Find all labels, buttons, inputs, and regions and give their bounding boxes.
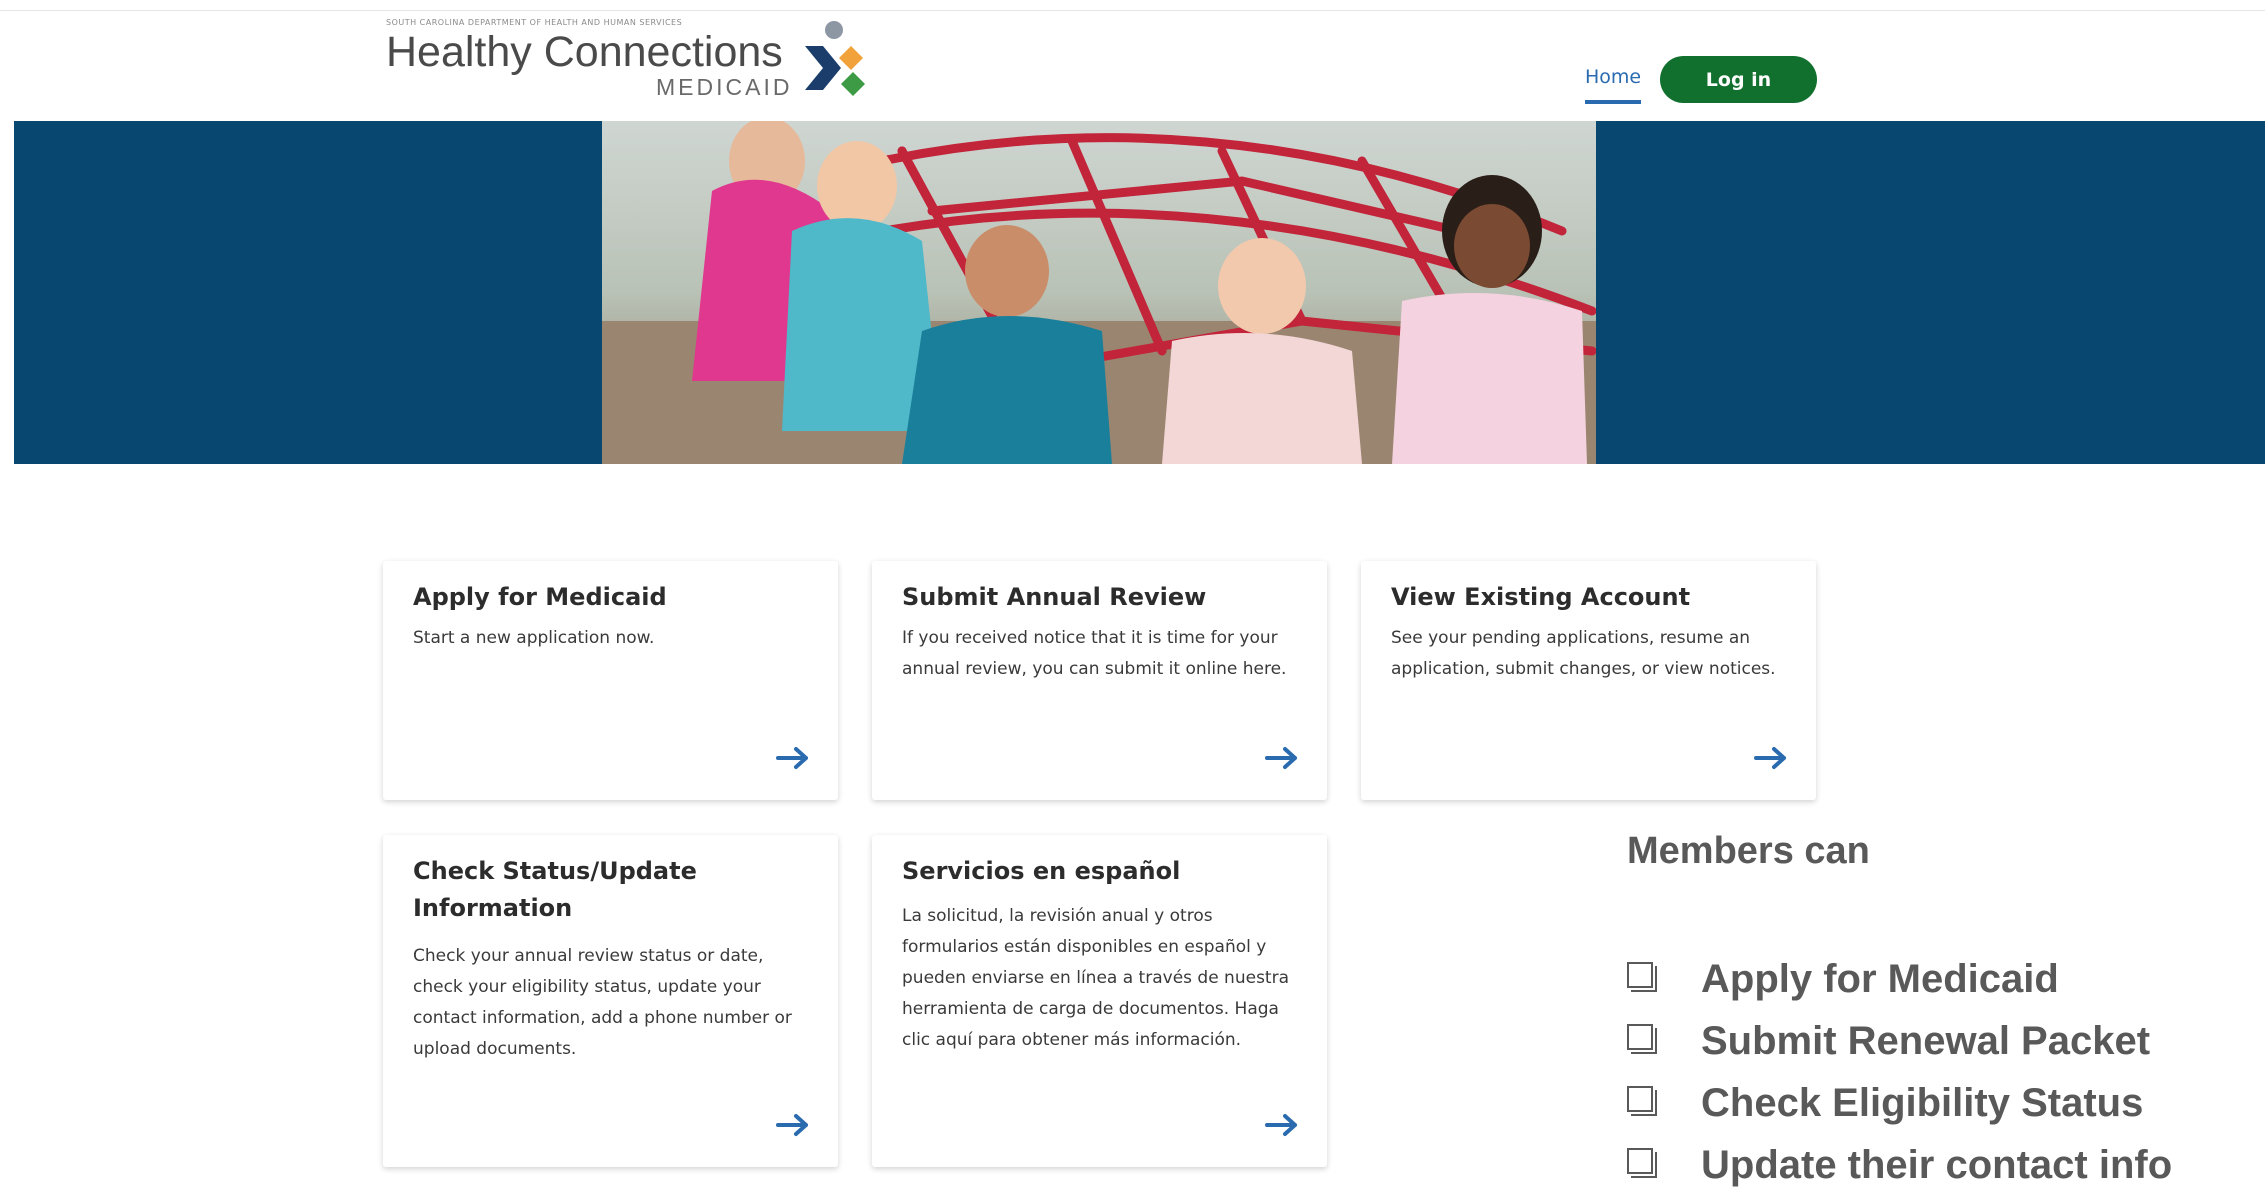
checkbox-icon — [1627, 1086, 1653, 1112]
arrow-right-icon[interactable] — [776, 1113, 810, 1137]
checklist-item: Apply for Medicaid — [1627, 948, 2172, 1010]
card-submit-annual-review[interactable]: Submit Annual Review If you received not… — [872, 561, 1327, 800]
login-button[interactable]: Log in — [1660, 56, 1817, 103]
arrow-right-icon[interactable] — [776, 746, 810, 770]
card-apply-for-medicaid[interactable]: Apply for Medicaid Start a new applicati… — [383, 561, 838, 800]
card-title: Servicios en español — [902, 857, 1181, 885]
nav-home-link[interactable]: Home — [1585, 66, 1642, 104]
checklist-item-label: Submit Renewal Packet — [1701, 1018, 2151, 1063]
members-can-heading: Members can — [1627, 830, 1870, 872]
card-check-status-update-information[interactable]: Check Status/Update Information Check yo… — [383, 835, 838, 1167]
logo-subtitle: SOUTH CAROLINA DEPARTMENT OF HEALTH AND … — [386, 18, 683, 27]
arrow-right-icon[interactable] — [1265, 746, 1299, 770]
checkbox-icon — [1627, 1024, 1653, 1050]
card-title: View Existing Account — [1391, 583, 1691, 611]
card-description: La solicitud, la revisión anual y otros … — [902, 906, 1289, 1050]
checklist-item: Update their contact info — [1627, 1134, 2172, 1196]
arrow-right-icon[interactable] — [1754, 746, 1788, 770]
checklist-item: Submit Renewal Packet — [1627, 1010, 2172, 1072]
members-checklist: Apply for Medicaid Submit Renewal Packet… — [1627, 948, 2172, 1196]
logo-mark-icon — [805, 21, 865, 96]
card-view-existing-account[interactable]: View Existing Account See your pending a… — [1361, 561, 1816, 800]
checkbox-icon — [1627, 962, 1653, 988]
card-title: Check Status/Update Information — [413, 857, 697, 922]
card-description: See your pending applications, resume an… — [1391, 628, 1776, 679]
card-title: Submit Annual Review — [902, 583, 1207, 611]
card-description: Start a new application now. — [413, 628, 655, 648]
logo-title: Healthy Connections — [386, 28, 783, 76]
card-description: Check your annual review status or date,… — [413, 946, 792, 1059]
top-border — [0, 0, 2265, 11]
card-title: Apply for Medicaid — [413, 583, 667, 611]
checklist-item-label: Update their contact info — [1701, 1142, 2173, 1187]
checkbox-icon — [1627, 1148, 1653, 1174]
logo-medicaid: MEDICAID — [656, 74, 793, 100]
arrow-right-icon[interactable] — [1265, 1113, 1299, 1137]
children-playground-photo — [602, 121, 1596, 464]
card-description: If you received notice that it is time f… — [902, 628, 1287, 679]
checklist-item: Check Eligibility Status — [1627, 1072, 2172, 1134]
checklist-item-label: Check Eligibility Status — [1701, 1080, 2144, 1125]
checklist-item-label: Apply for Medicaid — [1701, 956, 2059, 1001]
healthy-connections-logo[interactable]: SOUTH CAROLINA DEPARTMENT OF HEALTH AND … — [386, 18, 866, 106]
card-servicios-en-espanol[interactable]: Servicios en español La solicitud, la re… — [872, 835, 1327, 1167]
